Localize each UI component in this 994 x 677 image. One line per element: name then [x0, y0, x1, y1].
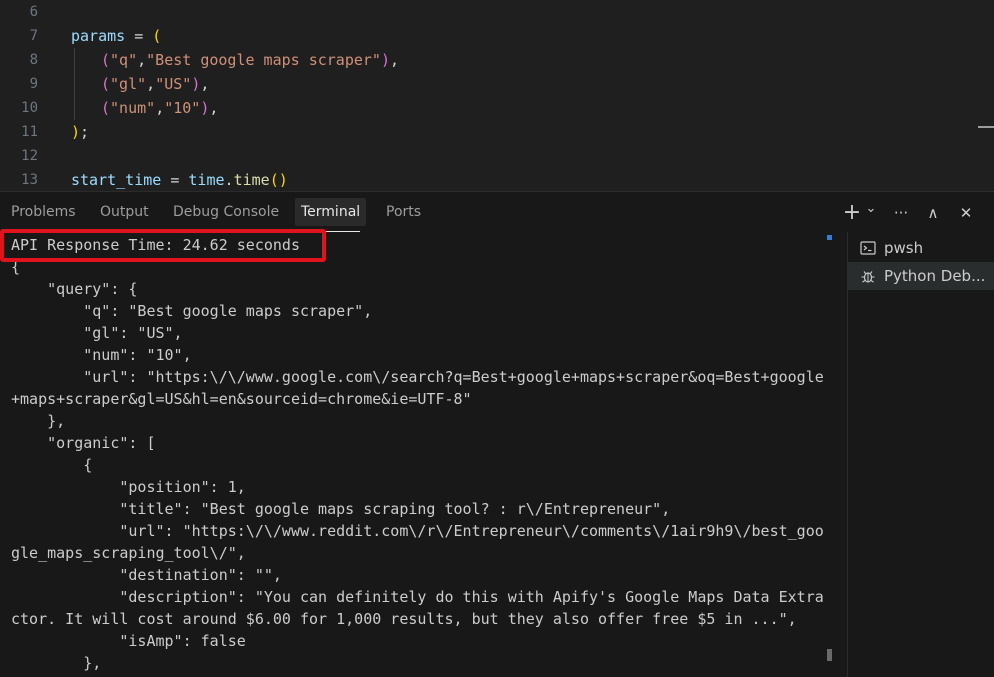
- terminal-line: "url": "https:\/\/www.google.com\/search…: [11, 368, 824, 386]
- code-line: 7 params = (: [0, 24, 994, 48]
- line-number: 8: [29, 52, 38, 68]
- terminal-output[interactable]: API Response Time: 24.62 seconds { "quer…: [0, 234, 838, 677]
- tab-terminal[interactable]: Terminal: [295, 198, 367, 232]
- terminal-item-python-debug[interactable]: Python Deb...: [848, 262, 994, 290]
- line-number: 9: [29, 76, 38, 92]
- code-text: ("gl","US"),: [101, 75, 210, 93]
- code-line: 10 ("num","10"),: [0, 96, 994, 120]
- terminal-line: ctor. It will cost around $6.00 for 1,00…: [11, 610, 797, 628]
- chevron-down-icon[interactable]: ⌄: [864, 197, 878, 221]
- terminal-line: "title": "Best google maps scraping tool…: [11, 500, 671, 518]
- code-line: 12: [0, 144, 994, 168]
- terminal-line: "query": {: [11, 280, 138, 298]
- terminal-line: "description": "You can definitely do th…: [11, 588, 824, 606]
- terminal-item-label: Python Deb...: [884, 267, 986, 285]
- code-text: start_time = time.time(): [71, 171, 288, 189]
- terminal-line: "gl": "US",: [11, 324, 183, 342]
- terminal-icon: [860, 241, 876, 255]
- line-number: 12: [21, 148, 38, 164]
- indent-guide: [74, 96, 75, 120]
- terminal-line: "position": 1,: [11, 478, 246, 496]
- terminal-scrollbar[interactable]: [827, 649, 832, 661]
- code-line: 13 start_time = time.time(): [0, 168, 994, 191]
- tab-problems[interactable]: Problems: [5, 192, 82, 232]
- indent-guide: [74, 48, 75, 72]
- tab-debug-console[interactable]: Debug Console: [167, 192, 285, 232]
- terminal-list: pwsh Python Deb...: [847, 232, 994, 677]
- terminal-line: "destination": "",: [11, 566, 282, 584]
- code-editor[interactable]: 6 7 params = ( 8 ("q","Best google maps …: [0, 0, 994, 191]
- line-number: 13: [21, 172, 38, 188]
- highlight-annotation: [0, 229, 326, 262]
- terminal-item-label: pwsh: [884, 239, 924, 257]
- bottom-panel: Problems Output Debug Console Terminal P…: [0, 191, 994, 677]
- terminal-line: },: [11, 654, 102, 672]
- minimap-slider[interactable]: [978, 126, 994, 128]
- more-actions-button[interactable]: ···: [888, 201, 914, 225]
- maximize-panel-button[interactable]: ∧: [922, 201, 944, 225]
- code-text: ("q","Best google maps scraper"),: [101, 51, 400, 69]
- line-number: 7: [29, 28, 38, 44]
- line-number: 11: [21, 124, 38, 140]
- code-text: ("num","10"),: [101, 99, 219, 117]
- line-number: 6: [29, 4, 38, 20]
- code-line: 11 );: [0, 120, 994, 144]
- tab-ports[interactable]: Ports: [380, 192, 427, 232]
- terminal-line: "num": "10",: [11, 346, 192, 364]
- terminal-item-pwsh[interactable]: pwsh: [848, 234, 994, 262]
- close-panel-button[interactable]: ✕: [955, 201, 977, 225]
- code-text: );: [71, 123, 90, 141]
- line-number: 10: [21, 100, 38, 116]
- terminal-line: +maps+scraper&gl=US&hl=en&sourceid=chrom…: [11, 390, 472, 408]
- terminal-line: "isAmp": false: [11, 632, 246, 650]
- new-terminal-button[interactable]: +: [842, 201, 862, 225]
- terminal-line: "url": "https:\/\/www.reddit.com\/r\/Ent…: [11, 522, 824, 540]
- debug-icon: [861, 271, 875, 283]
- code-line: 9 ("gl","US"),: [0, 72, 994, 96]
- terminal-line: "q": "Best google maps scraper",: [11, 302, 373, 320]
- panel-tabs: Problems Output Debug Console Terminal P…: [0, 192, 994, 232]
- terminal-line: },: [11, 412, 66, 430]
- indent-guide: [74, 72, 75, 96]
- scrollbar-marker: [827, 235, 832, 240]
- code-line: 8 ("q","Best google maps scraper"),: [0, 48, 994, 72]
- code-line: 6: [0, 0, 994, 24]
- code-text: params = (: [71, 27, 162, 45]
- tab-output[interactable]: Output: [94, 192, 155, 232]
- terminal-line: gle_maps_scraping_tool\/",: [11, 544, 246, 562]
- terminal-line: {: [11, 456, 93, 474]
- terminal-line: "organic": [: [11, 434, 156, 452]
